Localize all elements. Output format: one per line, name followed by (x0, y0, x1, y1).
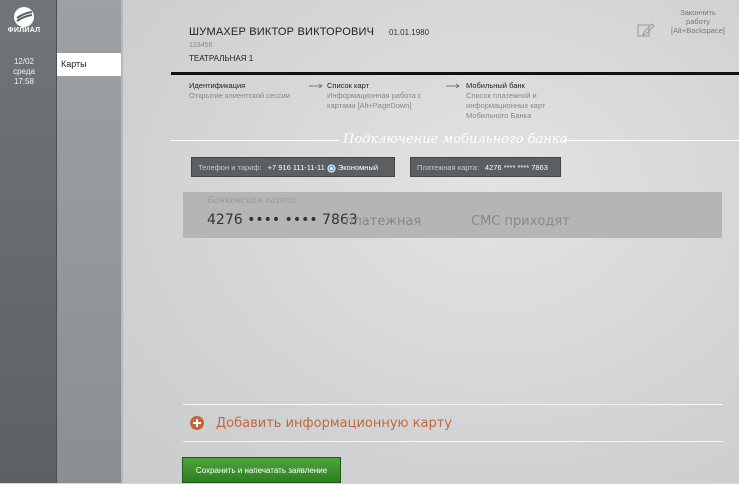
finish-line-1: Закончить (680, 8, 716, 17)
step-identification[interactable]: Идентификация Открытие клиентской сессии (189, 81, 290, 101)
arrow-right-icon (309, 83, 323, 89)
bank-card-number: 4276 •••• •••• 7863 (207, 212, 358, 228)
section-line-right (563, 140, 739, 141)
add-card-label: Добавить информационную карту (216, 416, 452, 431)
phone-label: Телефон и тариф: (198, 163, 262, 172)
bank-card-type: платежная (345, 214, 422, 229)
step-title: Список карт (327, 81, 370, 90)
step-desc: Открытие клиентской сессии (189, 91, 290, 100)
step-title: Идентификация (189, 81, 246, 90)
bank-card-sms: СМС приходят (471, 214, 570, 229)
clock-date: 12/02 (13, 57, 35, 66)
step-desc: информационных карт (466, 101, 546, 110)
finish-session-button[interactable]: Закончить работу [Alt+Backspace] (663, 8, 733, 35)
step-title: Мобильный банк (466, 81, 525, 90)
section-title: Подключение мобильного банка (343, 132, 568, 147)
gear-icon[interactable] (327, 163, 336, 173)
client-address: ТЕАТРАЛЬНАЯ 1 (189, 54, 254, 63)
step-desc: Список платежной и (466, 91, 537, 100)
client-id: 123456 (189, 42, 213, 49)
card-value: 4276 **** **** 7863 (484, 163, 548, 172)
finish-line-3: [Alt+Backspace] (671, 26, 725, 35)
client-dob: 01.01.1980 (389, 28, 430, 37)
clock-weekday: среда (13, 67, 35, 76)
bank-card-label: Банковская карта (207, 196, 296, 206)
step-desc: Информационная работа с (327, 91, 422, 100)
divider-bottom (183, 441, 723, 442)
pen-icon[interactable] (637, 22, 655, 38)
client-name: ШУМАХЕР ВИКТОР ВИКТОРОВИЧ (189, 26, 375, 38)
step-mobile-bank[interactable]: Мобильный банк Список платежной и информ… (466, 81, 545, 121)
bank-card-row[interactable]: Банковская карта 4276 •••• •••• 7863 пла… (183, 192, 722, 238)
clock-time: 17:58 (13, 77, 35, 86)
left-rail: ФИЛИАЛ 12/02 среда 17:58 (0, 0, 57, 483)
tariff-value: Экономный (337, 163, 379, 172)
divider-top (183, 404, 723, 405)
clock: 12/02 среда 17:58 (0, 57, 48, 87)
plus-icon (190, 416, 204, 430)
save-print-button[interactable]: Сохранить и напечатать заявление (182, 457, 341, 483)
finish-line-2: работу (686, 17, 710, 26)
phone-tariff-pill[interactable]: Телефон и тариф: +7 916 111-11-11 Экономн… (191, 157, 395, 177)
section-line-left (171, 140, 339, 141)
bank-logo-icon (14, 7, 34, 27)
logo-text: ФИЛИАЛ (7, 27, 41, 34)
phone-value: +7 916 111-11-11 (267, 163, 325, 172)
nav-panel: Карты (57, 0, 165, 483)
arrow-right-icon (446, 83, 460, 89)
main-panel: ШУМАХЕР ВИКТОР ВИКТОРОВИЧ 01.01.1980 123… (123, 0, 739, 483)
card-label: Платежная карта: (417, 163, 479, 172)
header-rule (171, 72, 739, 75)
step-card-list[interactable]: Список карт Информационная работа с карт… (327, 81, 422, 111)
step-desc: Мобильного Банка (466, 111, 532, 120)
payment-card-pill[interactable]: Платежная карта: 4276 **** **** 7863 (410, 157, 561, 177)
step-desc: картами [Alt+PageDown] (327, 101, 412, 110)
